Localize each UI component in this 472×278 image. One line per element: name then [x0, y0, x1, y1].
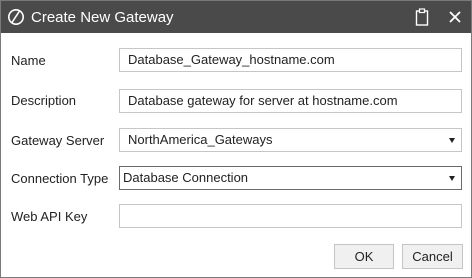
web-api-key-field[interactable] — [119, 204, 462, 228]
ok-button[interactable]: OK — [334, 244, 394, 269]
connection-type-value: Database Connection — [123, 170, 249, 185]
gateway-server-select[interactable]: NorthAmerica_Gateways — [119, 128, 462, 152]
gateway-server-value: NorthAmerica_Gateways — [128, 132, 273, 147]
chevron-down-icon — [449, 138, 455, 143]
gateway-server-label: Gateway Server — [11, 133, 105, 148]
connection-type-label: Connection Type — [11, 171, 109, 186]
name-label: Name — [11, 53, 46, 68]
circle-slash-logo — [8, 9, 24, 25]
cancel-button[interactable]: Cancel — [402, 244, 463, 269]
connection-type-select[interactable]: Database Connection — [119, 166, 462, 190]
clipboard-icon[interactable] — [415, 8, 429, 26]
description-field[interactable]: Database gateway for server at hostname.… — [119, 89, 462, 113]
web-api-key-label: Web API Key — [11, 209, 88, 224]
name-field[interactable]: Database_Gateway_hostname.com — [119, 48, 462, 72]
close-icon[interactable] — [447, 9, 463, 25]
dialog-title: Create New Gateway — [31, 9, 174, 26]
description-label: Description — [11, 93, 77, 108]
create-gateway-dialog: Create New Gateway Name Database_Gateway… — [0, 0, 472, 278]
chevron-down-icon — [449, 176, 455, 181]
title-bar[interactable]: Create New Gateway — [1, 1, 471, 33]
